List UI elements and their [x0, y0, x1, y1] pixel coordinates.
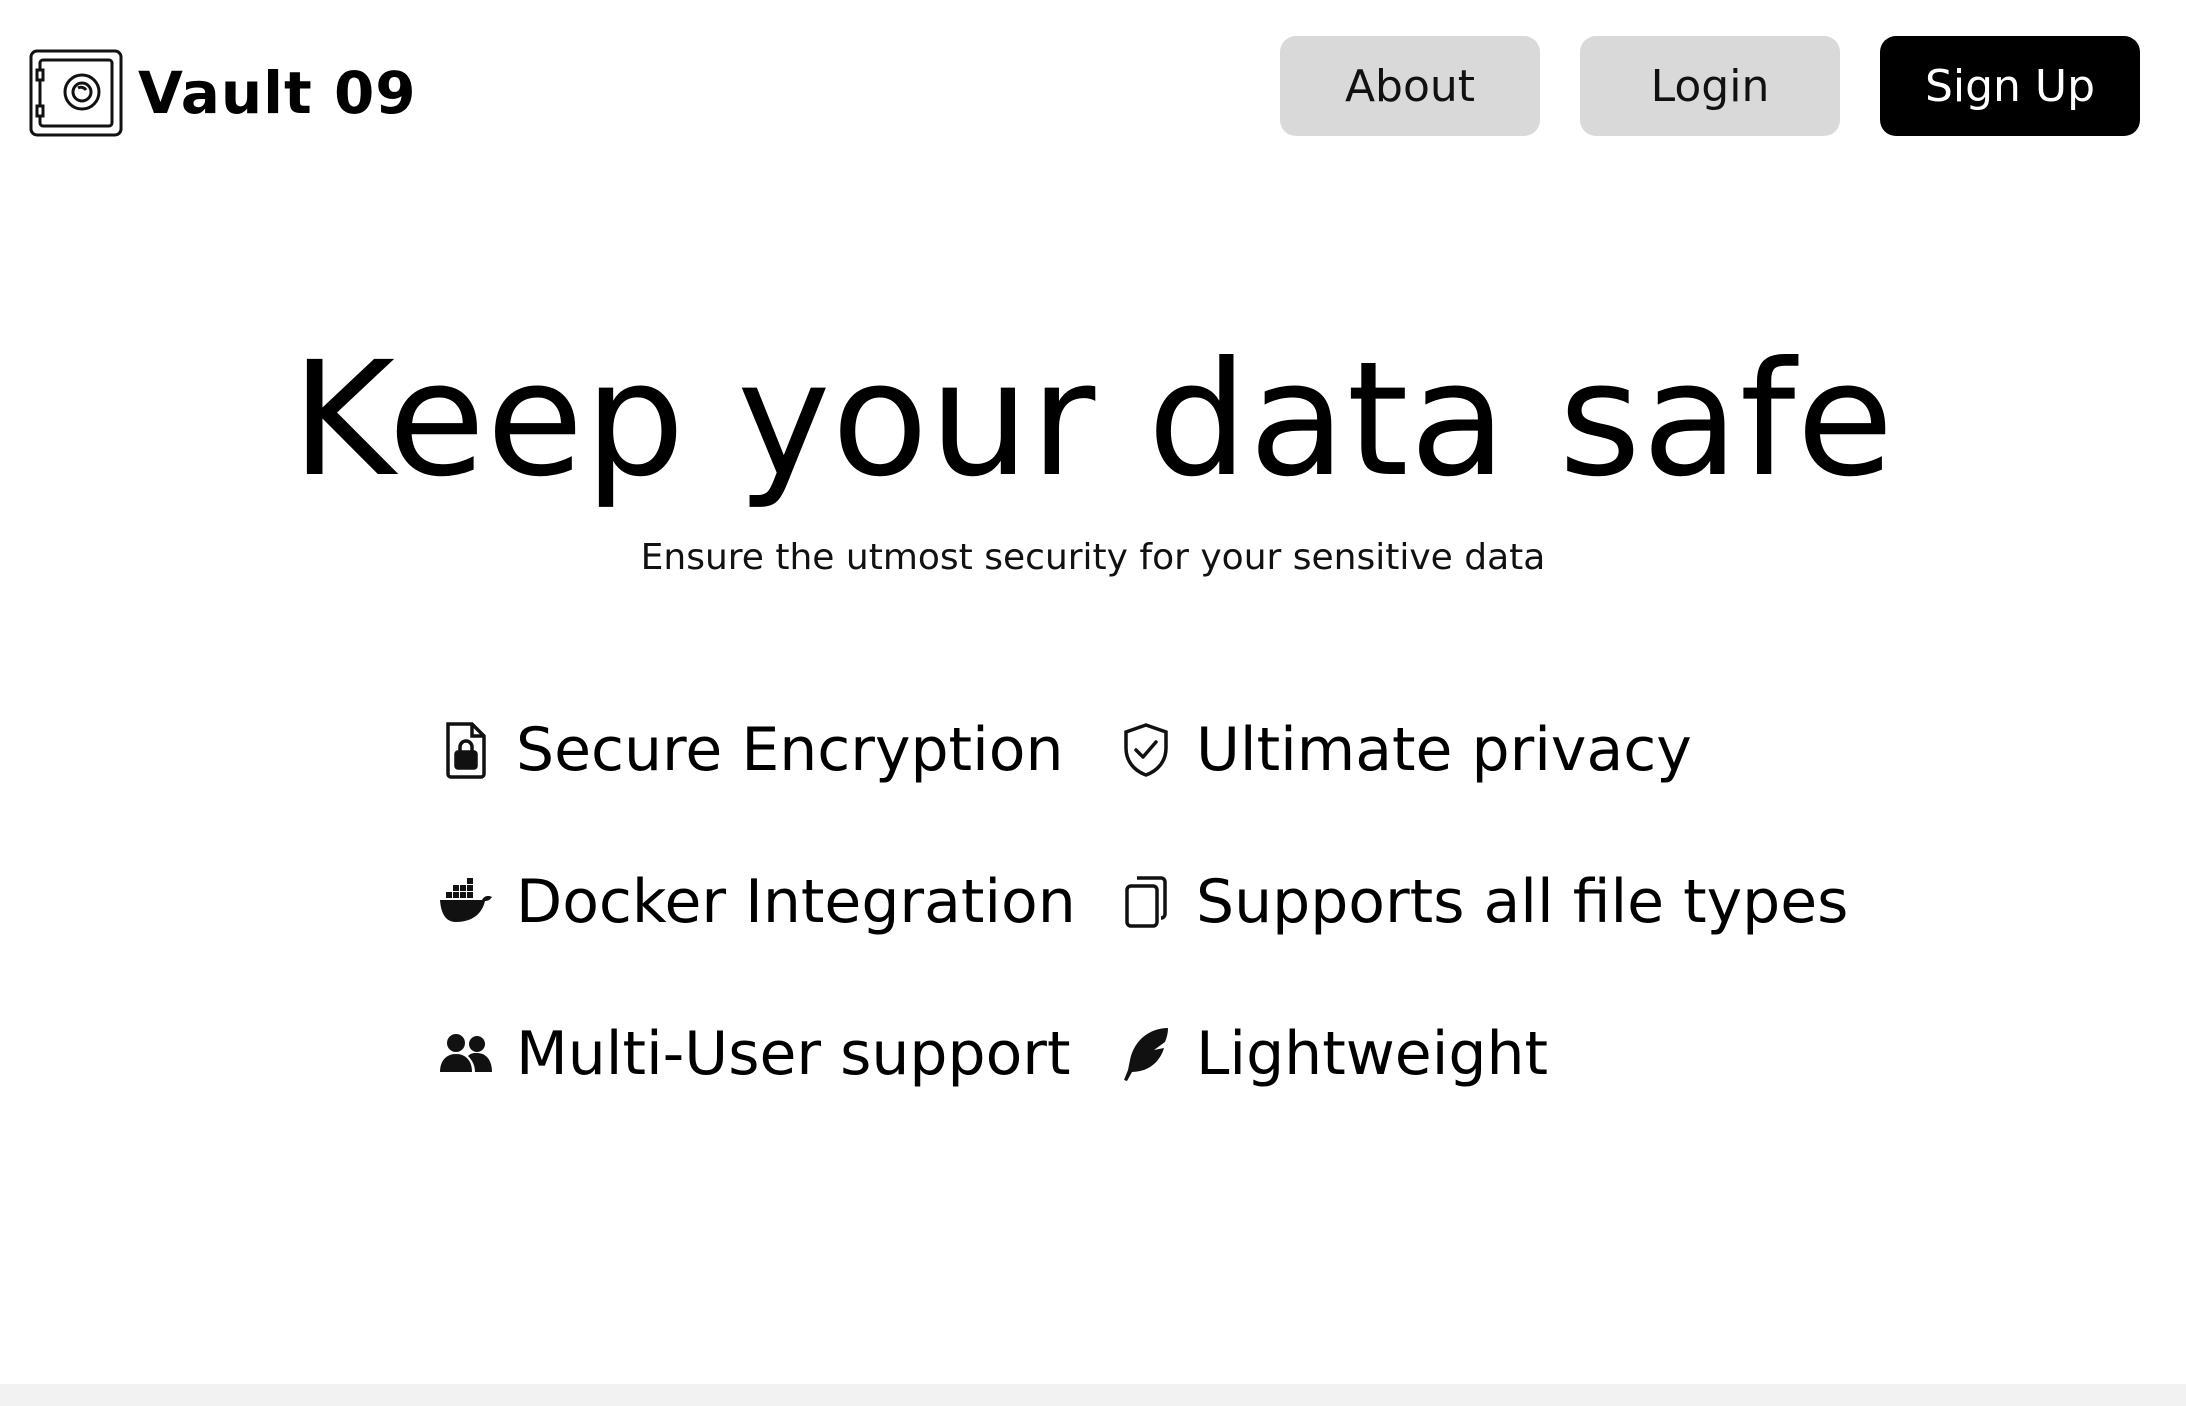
login-button[interactable]: Login — [1580, 36, 1840, 136]
feature-docker-integration: Docker Integration — [438, 852, 1076, 952]
feature-ultimate-privacy: Ultimate privacy — [1118, 700, 1692, 800]
feature-secure-encryption: Secure Encryption — [438, 700, 1063, 800]
file-lock-icon — [438, 719, 494, 781]
feature-label: Ultimate privacy — [1196, 715, 1692, 785]
feature-label: Multi-User support — [516, 1019, 1071, 1089]
about-button[interactable]: About — [1280, 36, 1540, 136]
hero-subtitle: Ensure the utmost security for your sens… — [640, 537, 1546, 578]
sign-up-button[interactable]: Sign Up — [1880, 36, 2140, 136]
shield-check-icon — [1118, 719, 1174, 781]
safe-icon — [29, 49, 123, 137]
files-icon — [1118, 871, 1174, 933]
landing-page: Vault 09 About Login Sign Up Keep your d… — [0, 0, 2186, 1406]
feature-lightweight: Lightweight — [1118, 1004, 1548, 1104]
features-grid: Secure Encryption Ultimate privacy Docke… — [438, 700, 1848, 1120]
feature-label: Secure Encryption — [516, 715, 1064, 785]
brand[interactable]: Vault 09 — [28, 46, 417, 140]
hero-title: Keep your data safe — [291, 328, 1895, 512]
brand-name: Vault 09 — [138, 59, 417, 127]
feature-label: Docker Integration — [516, 867, 1076, 937]
feature-supports-all-file-types: Supports all file types — [1118, 852, 1848, 952]
bottom-edge — [0, 1384, 2186, 1406]
feature-multi-user-support: Multi-User support — [438, 1004, 1071, 1104]
feature-label: Lightweight — [1196, 1019, 1549, 1089]
users-icon — [438, 1023, 494, 1085]
top-header: Vault 09 About Login Sign Up — [0, 0, 2186, 176]
docker-icon — [438, 871, 494, 933]
feature-label: Supports all file types — [1196, 867, 1849, 937]
feather-icon — [1118, 1023, 1174, 1085]
